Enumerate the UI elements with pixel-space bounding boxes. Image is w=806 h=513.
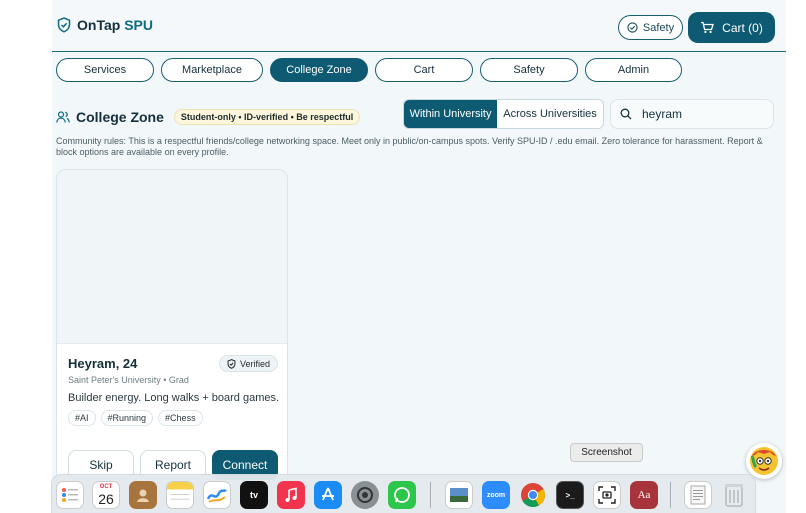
dictionary-label: Aa <box>637 489 651 501</box>
scope-within-university[interactable]: Within University <box>404 100 498 128</box>
zoom-icon[interactable]: zoom <box>482 481 510 509</box>
freeform-icon[interactable] <box>203 481 231 509</box>
profile-tags: #AI #Running #Chess <box>68 410 203 426</box>
dictionary-icon[interactable]: Aa <box>630 481 658 509</box>
screenshot-tooltip: Screenshot <box>570 443 643 462</box>
textedit-icon[interactable] <box>684 481 712 509</box>
apple-tv-icon[interactable]: tv <box>240 481 268 509</box>
main-nav: Services Marketplace College Zone Cart S… <box>56 58 682 82</box>
header-cart-button[interactable]: Cart (0) <box>688 12 775 43</box>
zoom-label: zoom <box>486 491 506 499</box>
top-header: OnTap SPU Safety Cart (0) <box>52 0 786 52</box>
terminal-icon[interactable]: >_ <box>556 481 584 509</box>
brand-accent: SPU <box>124 17 153 33</box>
cartoon-face-icon <box>750 447 778 475</box>
tv-label: tv <box>249 490 258 500</box>
profile-photo <box>57 170 287 344</box>
shield-check-icon <box>227 358 236 369</box>
whatsapp-icon[interactable] <box>388 481 416 509</box>
scope-across-universities[interactable]: Across Universities <box>497 100 603 128</box>
community-rules: Community rules: This is a respectful fr… <box>56 136 763 157</box>
calendar-month: OCT <box>99 483 113 490</box>
page-title: College Zone <box>76 109 164 125</box>
tag: #AI <box>68 410 96 426</box>
verified-label: Verified <box>240 358 271 369</box>
preview-icon[interactable] <box>445 481 473 509</box>
tag: #Running <box>100 410 154 426</box>
tab-services[interactable]: Services <box>56 58 154 82</box>
app-store-icon[interactable] <box>314 481 342 509</box>
verified-badge: Verified <box>219 355 279 372</box>
tab-safety[interactable]: Safety <box>480 58 578 82</box>
safety-label: Safety <box>642 21 675 34</box>
shield-check-icon <box>57 17 71 33</box>
contacts-icon[interactable] <box>129 481 157 509</box>
calendar-icon[interactable]: OCT 26 <box>92 481 120 509</box>
search-icon <box>620 108 632 120</box>
app-window: OnTap SPU Safety Cart (0) Services Marke… <box>52 0 786 513</box>
tag: #Chess <box>158 410 203 426</box>
trash-icon[interactable] <box>720 481 748 509</box>
profile-card: Heyram, 24 Verified Saint Peter's Univer… <box>56 169 288 513</box>
brand-main: OnTap <box>77 17 121 33</box>
terminal-label: >_ <box>565 490 575 500</box>
chrome-icon[interactable] <box>519 481 547 509</box>
macos-dock: OCT 26 tv zoom >_ Aa <box>51 474 756 513</box>
reminders-icon[interactable] <box>56 481 84 509</box>
calendar-day: 26 <box>98 490 114 507</box>
screenshot-icon[interactable] <box>593 481 621 509</box>
tab-admin[interactable]: Admin <box>585 58 682 82</box>
system-settings-icon[interactable] <box>351 481 379 509</box>
search-value: heyram <box>642 107 683 121</box>
assistant-avatar[interactable] <box>746 443 782 479</box>
header-safety-button[interactable]: Safety <box>618 15 683 40</box>
cart-icon <box>701 21 715 34</box>
section-header: College Zone Student-only • ID-verified … <box>56 109 361 125</box>
music-icon[interactable] <box>277 481 305 509</box>
search-input[interactable]: heyram <box>610 99 774 129</box>
check-circle-icon <box>627 22 638 33</box>
notes-icon[interactable] <box>166 481 194 509</box>
scope-toggle: Within University Across Universities <box>403 99 604 129</box>
dock-separator <box>430 482 431 508</box>
profile-name: Heyram, 24 <box>68 356 138 371</box>
cart-label: Cart (0) <box>722 20 763 35</box>
profile-school: Saint Peter's University • Grad <box>68 375 189 385</box>
brand-name: OnTap SPU <box>77 17 153 33</box>
dock-separator <box>670 482 671 508</box>
users-icon <box>56 111 70 123</box>
logo[interactable]: OnTap SPU <box>57 17 153 33</box>
tab-cart[interactable]: Cart <box>375 58 473 82</box>
tab-marketplace[interactable]: Marketplace <box>161 58 263 82</box>
tab-college-zone[interactable]: College Zone <box>270 58 368 82</box>
profile-bio: Builder energy. Long walks + board games… <box>68 392 280 404</box>
rules-badge: Student-only • ID-verified • Be respectf… <box>173 109 361 125</box>
